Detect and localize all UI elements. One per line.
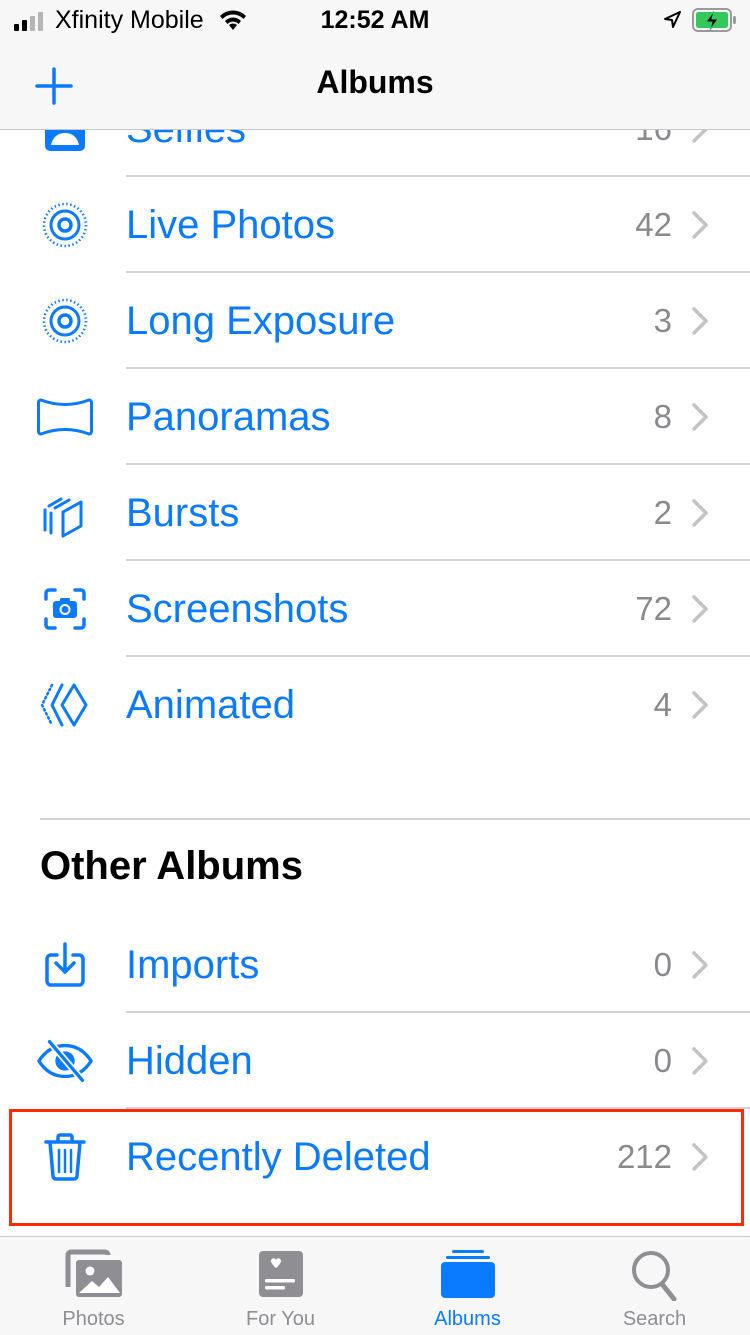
- top-bar: Xfinity Mobile 12:52 AM Albums: [0, 0, 750, 130]
- album-count: 2: [653, 494, 672, 531]
- import-icon: [36, 941, 94, 989]
- chevron-right-icon: [692, 951, 708, 984]
- album-row-animated[interactable]: Animated 4: [0, 657, 750, 753]
- album-label: Live Photos: [126, 203, 336, 247]
- album-label: Hidden: [126, 1039, 253, 1083]
- chevron-right-icon: [692, 1143, 708, 1176]
- album-count: 4: [653, 686, 672, 723]
- tab-label: Albums: [434, 1308, 501, 1330]
- album-label: Recently Deleted: [126, 1135, 431, 1179]
- album-label: Imports: [126, 943, 260, 987]
- album-row-bursts[interactable]: Bursts 2: [0, 465, 750, 561]
- album-row-live-photos[interactable]: Live Photos 42: [0, 177, 750, 273]
- hidden-eye-slash-icon: [36, 1037, 94, 1085]
- tab-photos[interactable]: Photos: [0, 1237, 187, 1335]
- chevron-right-icon: [692, 691, 708, 724]
- chevron-right-icon: [692, 1047, 708, 1080]
- tab-label: Photos: [62, 1308, 125, 1330]
- album-row-hidden[interactable]: Hidden 0: [0, 1013, 750, 1109]
- tab-bar: Photos For You Albums Search: [0, 1236, 750, 1335]
- tab-label: Search: [622, 1308, 687, 1330]
- album-row-recently-deleted[interactable]: Recently Deleted 212: [0, 1109, 750, 1205]
- page-title: Albums: [316, 64, 434, 100]
- screenshot-icon: [36, 585, 94, 633]
- panorama-icon: [36, 393, 94, 441]
- location-arrow-icon: [662, 10, 682, 35]
- album-row-screenshots[interactable]: Screenshots 72: [0, 561, 750, 657]
- album-row-imports[interactable]: Imports 0: [0, 917, 750, 1013]
- album-label: Long Exposure: [126, 299, 396, 343]
- animated-icon: [36, 681, 94, 729]
- album-count: 42: [635, 206, 672, 243]
- albums-icon: [374, 1249, 561, 1305]
- photos-icon: [0, 1249, 187, 1305]
- album-row-long-exposure[interactable]: Long Exposure 3: [0, 273, 750, 369]
- album-count: 212: [616, 1138, 672, 1175]
- status-time: 12:52 AM: [320, 6, 430, 34]
- album-count: 0: [653, 946, 672, 983]
- chevron-right-icon: [692, 211, 708, 244]
- chevron-right-icon: [692, 403, 708, 436]
- album-count: 8: [653, 398, 672, 435]
- status-bar: Xfinity Mobile 12:52 AM: [0, 0, 750, 40]
- trash-icon: [36, 1133, 94, 1181]
- battery-charging-icon: [692, 8, 738, 37]
- other-albums-list: Imports 0 Hidden 0 Recently Deleted 212: [0, 917, 750, 1205]
- tab-albums[interactable]: Albums: [374, 1237, 561, 1335]
- tab-for-you[interactable]: For You: [187, 1237, 374, 1335]
- album-label: Animated: [126, 683, 295, 727]
- chevron-right-icon: [692, 499, 708, 532]
- chevron-right-icon: [692, 595, 708, 628]
- tab-label: For You: [246, 1308, 315, 1330]
- album-row-panoramas[interactable]: Panoramas 8: [0, 369, 750, 465]
- album-label: Panoramas: [126, 395, 331, 439]
- album-count: 0: [653, 1042, 672, 1079]
- for-you-icon: [187, 1249, 374, 1305]
- long-exposure-icon: [36, 297, 94, 345]
- bursts-icon: [36, 489, 94, 538]
- section-title-other-albums: Other Albums: [40, 844, 303, 888]
- media-types-list: Selfies 16 Live Photos 42 Long Exposure …: [0, 81, 750, 753]
- live-photo-icon: [36, 201, 94, 249]
- section-divider: [40, 818, 750, 820]
- album-label: Screenshots: [126, 587, 349, 631]
- album-count: 3: [653, 302, 672, 339]
- chevron-right-icon: [692, 307, 708, 340]
- album-label: Bursts: [126, 491, 240, 535]
- album-count: 72: [635, 590, 672, 627]
- tab-search[interactable]: Search: [561, 1237, 748, 1335]
- search-icon: [561, 1249, 748, 1305]
